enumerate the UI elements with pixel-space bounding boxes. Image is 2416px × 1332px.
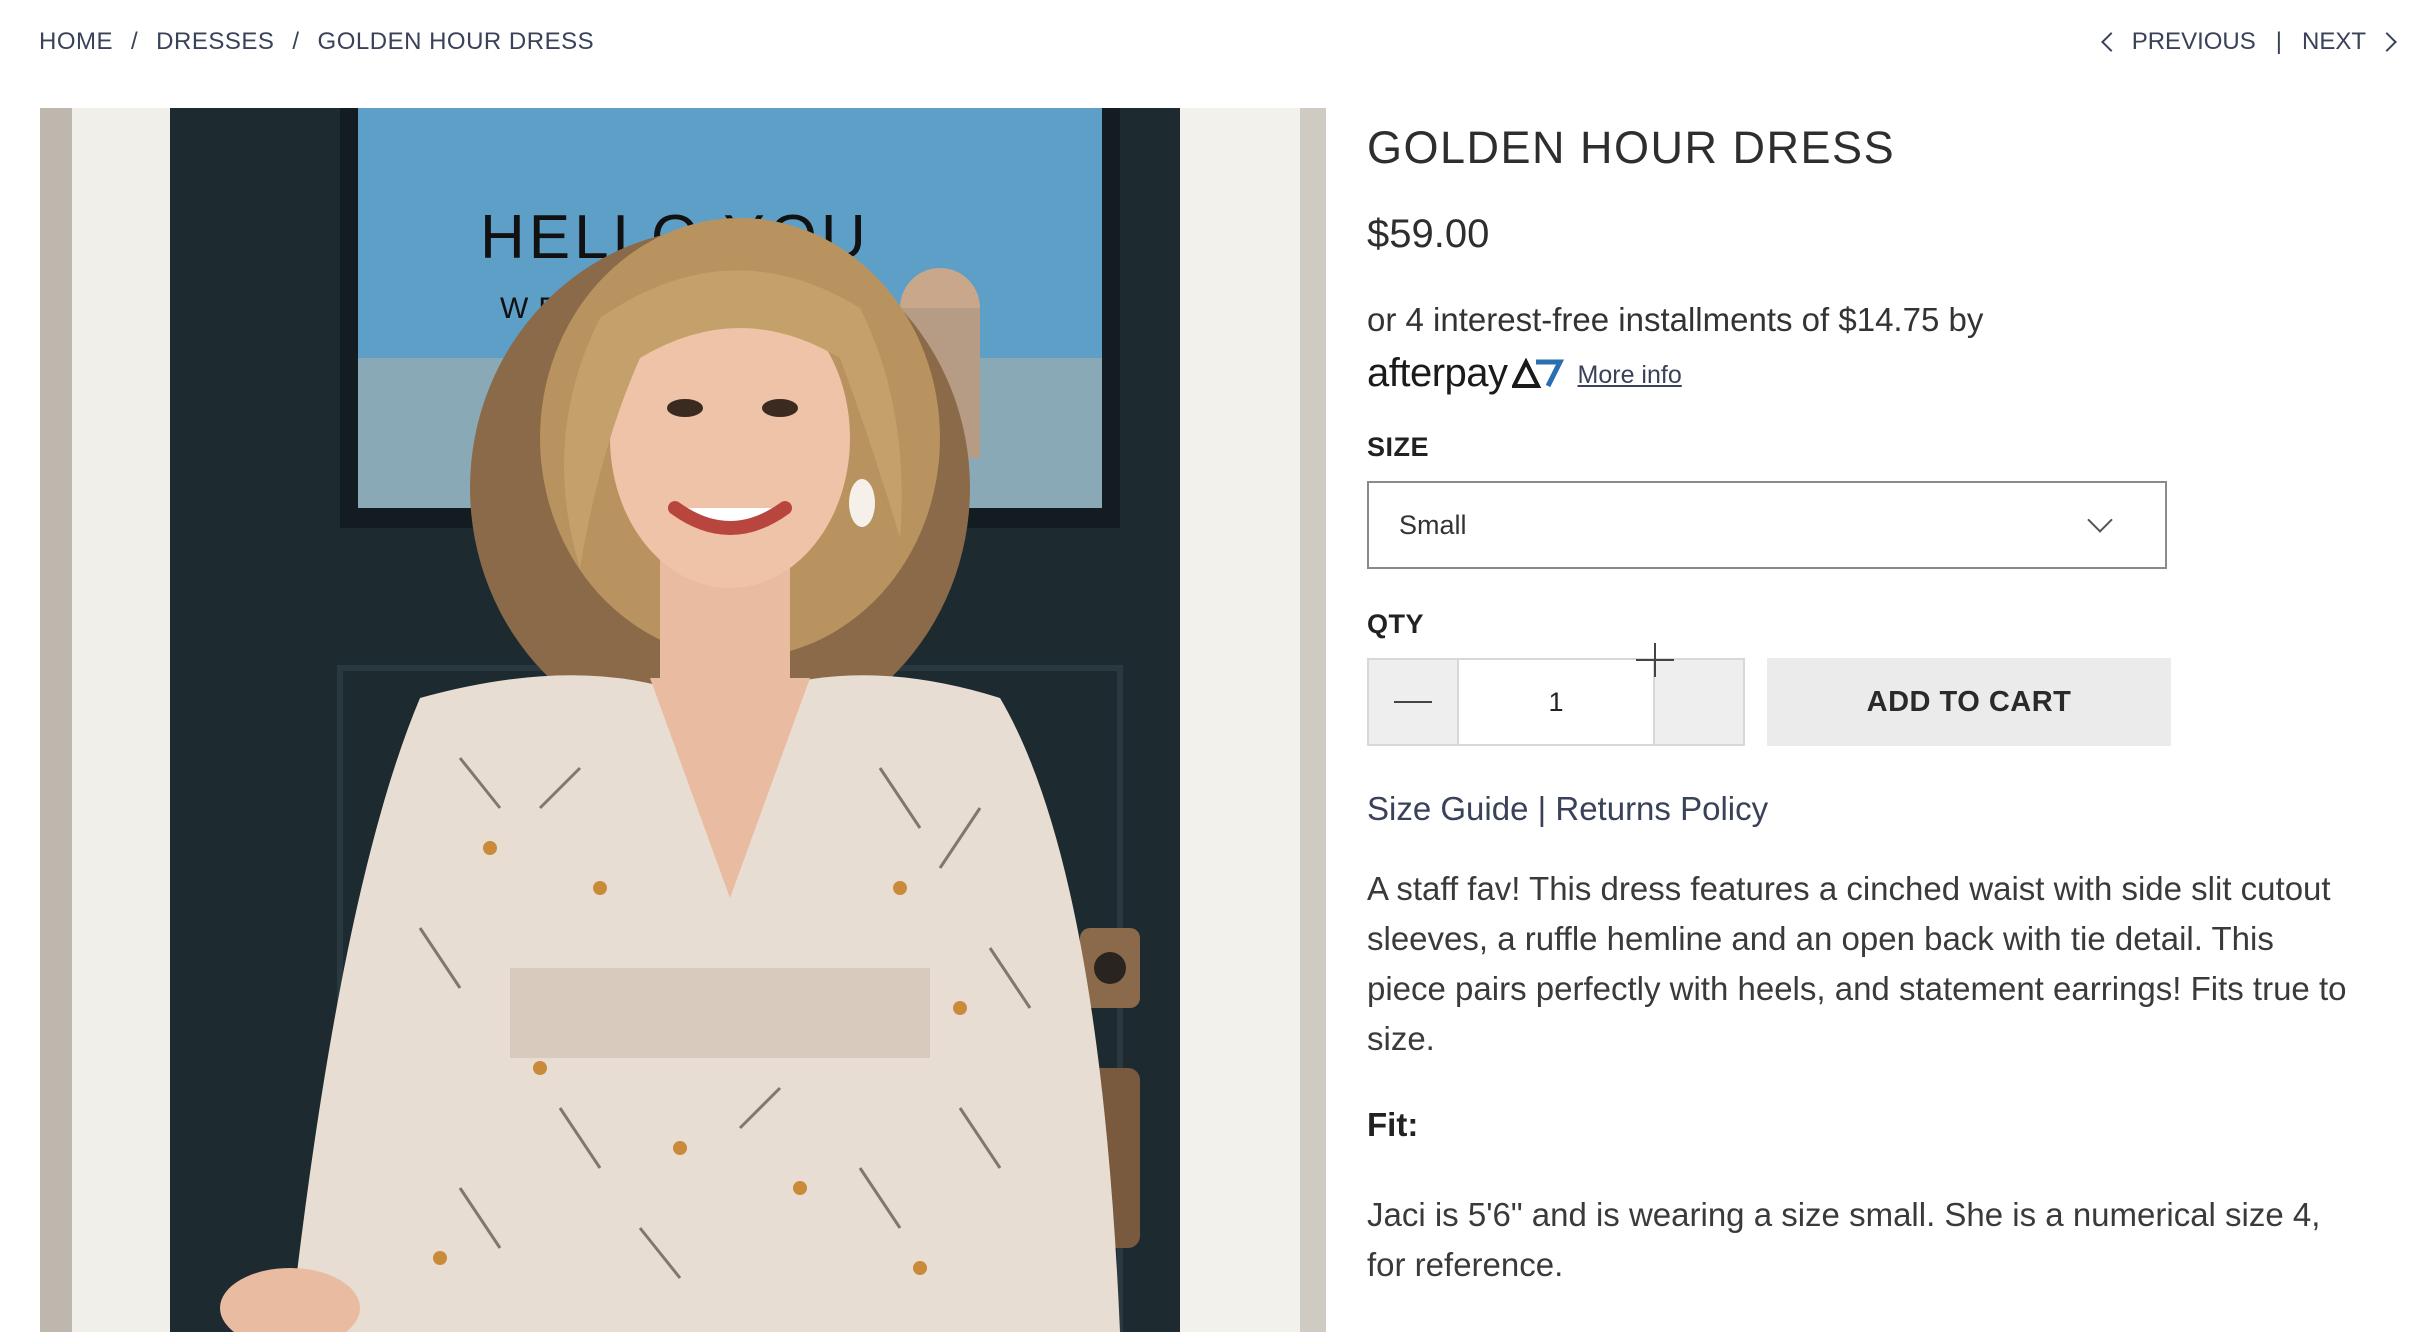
afterpay-wordmark: afterpay <box>1367 351 1508 396</box>
product-pager: PREVIOUS | NEXT <box>2100 28 2397 56</box>
quantity-input[interactable]: 1 <box>1457 660 1655 745</box>
breadcrumb-current[interactable]: GOLDEN HOUR DRESS <box>318 28 595 56</box>
top-navigation: HOME / DRESSES / GOLDEN HOUR DRESS PREVI… <box>0 0 2416 90</box>
chevron-left-icon[interactable] <box>2100 32 2121 52</box>
size-guide-link[interactable]: Size Guide <box>1367 790 1528 827</box>
qty-row: 1 ADD TO CART <box>1367 643 2367 747</box>
breadcrumb-separator: / <box>131 28 139 55</box>
product-info: GOLDEN HOUR DRESS $59.00 or 4 interest-f… <box>1367 108 2367 1290</box>
decrease-quantity-button[interactable] <box>1369 660 1457 745</box>
breadcrumb-separator: / <box>292 28 300 55</box>
links-divider: | <box>1537 790 1556 828</box>
pager-divider: | <box>2275 28 2282 55</box>
policy-links: Size Guide | Returns Policy <box>1367 790 2367 828</box>
increase-quantity-button[interactable] <box>1636 643 1743 745</box>
size-select-value: Small <box>1399 509 1467 540</box>
breadcrumb-home-link[interactable]: HOME <box>39 28 113 56</box>
breadcrumb-dresses-link[interactable]: DRESSES <box>156 28 274 56</box>
fit-description: Jaci is 5'6" and is wearing a size small… <box>1367 1196 2321 1284</box>
afterpay-row: afterpay More info <box>1367 348 2367 396</box>
chevron-down-icon <box>2087 507 2113 533</box>
size-select[interactable]: Small <box>1367 481 2167 570</box>
product-description: A staff fav! This dress features a cinch… <box>1367 870 2347 1058</box>
add-to-cart-button[interactable]: ADD TO CART <box>1767 658 2171 747</box>
chevron-right-icon[interactable] <box>2377 32 2397 52</box>
minus-icon <box>1394 701 1432 704</box>
size-label: SIZE <box>1367 432 1430 463</box>
next-link[interactable]: NEXT <box>2302 28 2366 56</box>
breadcrumb: HOME / DRESSES / GOLDEN HOUR DRESS <box>39 28 594 56</box>
product-price: $59.00 <box>1367 212 1490 256</box>
qty-label: QTY <box>1367 609 1425 640</box>
afterpay-more-info-link[interactable]: More info <box>1578 361 1682 390</box>
product-title: GOLDEN HOUR DRESS <box>1367 122 1896 173</box>
product-image[interactable]: HELLO YOU WE <box>40 108 1326 1332</box>
quantity-stepper: 1 <box>1367 643 1745 747</box>
fit-heading: Fit: <box>1367 1106 1419 1144</box>
previous-link[interactable]: PREVIOUS <box>2132 28 2256 56</box>
product-photo-illustration: HELLO YOU WE <box>40 108 1326 1332</box>
afterpay-logo-icon: afterpay <box>1367 351 1564 396</box>
returns-policy-link[interactable]: Returns Policy <box>1555 790 1768 827</box>
installments-text: or 4 interest-free installments of $14.7… <box>1367 301 1984 338</box>
